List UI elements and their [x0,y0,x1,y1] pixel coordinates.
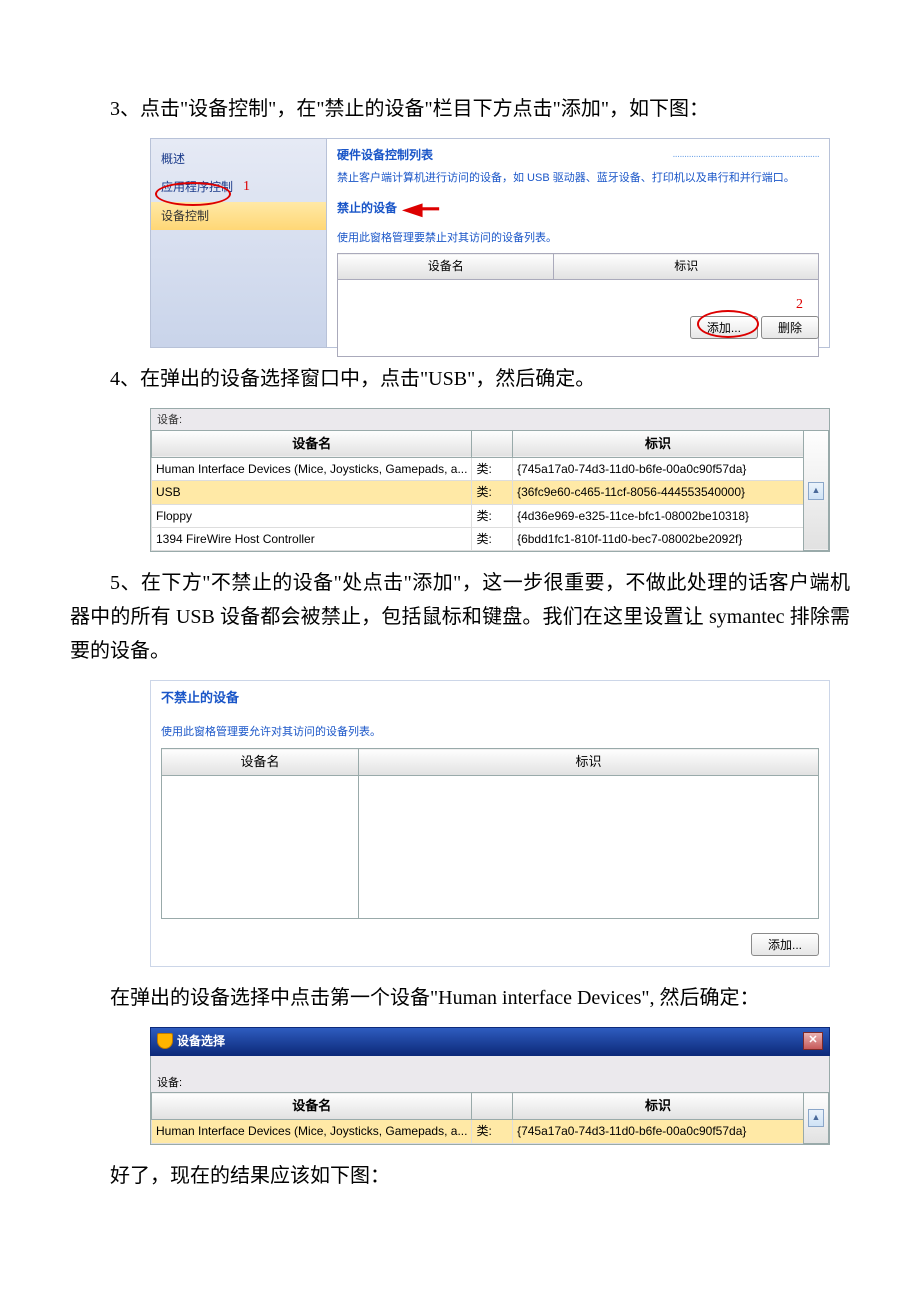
screenshot-excluded-devices: 不禁止的设备 使用此窗格管理要允许对其访问的设备列表。 设备名 标识 添加... [150,680,830,967]
add-button[interactable]: 添加... [690,316,758,339]
divider-dots: ········································… [672,148,819,165]
col-device-id: 标识 [554,254,819,279]
paragraph-5: 5、在下方"不禁止的设备"处点击"添加"，这一步很重要，不做此处理的话客户端机器… [70,566,850,668]
excluded-hint: 使用此窗格管理要允许对其访问的设备列表。 [161,723,819,742]
close-button[interactable]: ✕ [803,1032,823,1050]
blocked-devices-table: 设备名 标识 [337,253,819,356]
annotation-number-1: 1 [243,175,250,199]
table-row[interactable]: 1394 FireWire Host Controller类:{6bdd1fc1… [152,527,829,550]
paragraph-7: 好了，现在的结果应该如下图： [70,1159,850,1193]
scroll-up-icon[interactable]: ▲ [808,1109,824,1127]
excluded-devices-heading: 不禁止的设备 [161,687,819,709]
table-row[interactable]: Floppy类:{4d36e969-e325-11ce-bfc1-08002be… [152,504,829,527]
blocked-devices-heading: 禁止的设备 [337,198,397,218]
devices-label: 设备: [151,409,829,430]
sidebar-item-overview[interactable]: 概述 [151,145,326,173]
col-device-name: 设备名 [152,430,472,457]
col-device-id: 标识 [513,430,804,457]
dialog-title: 设备选择 [177,1031,225,1051]
annotation-number-2: 2 [796,293,803,317]
screenshot-device-control-panel: 概述 应用程序控制 设备控制 1 硬件设备控制列表 ··············… [150,138,830,348]
scroll-up-icon[interactable]: ▲ [808,482,824,500]
dialog-device-table: 设备名 标识 ▲ Human Interface Devices (Mice, … [151,1092,829,1143]
paragraph-6: 在弹出的设备选择中点击第一个设备"Human interface Devices… [70,981,850,1015]
add-button[interactable]: 添加... [751,933,819,956]
scrollbar[interactable]: ▲ [804,1093,829,1143]
screenshot-device-selection-dialog: 设备选择 ✕ 设备: 设备名 标识 ▲ Human Interface Devi… [150,1027,830,1145]
scrollbar[interactable]: ▲ [804,430,829,551]
col-device-name: 设备名 [162,749,359,776]
col-device-id: 标识 [513,1093,804,1120]
main-panel: 硬件设备控制列表 ·······························… [327,139,829,347]
sidebar: 概述 应用程序控制 设备控制 1 [151,139,327,347]
blocked-hint: 使用此窗格管理要禁止对其访问的设备列表。 [337,229,819,248]
dialog-titlebar: 设备选择 ✕ [150,1027,830,1055]
panel-title: 硬件设备控制列表 [337,145,433,165]
paragraph-3: 3、点击"设备控制"，在"禁止的设备"栏目下方点击"添加"，如下图： [70,92,850,126]
sidebar-item-device-control[interactable]: 设备控制 [151,202,326,230]
devices-label: 设备: [151,1072,829,1093]
panel-description: 禁止客户端计算机进行访问的设备，如 USB 驱动器、蓝牙设备、打印机以及串行和并… [337,169,819,188]
paragraph-4: 4、在弹出的设备选择窗口中，点击"USB"，然后确定。 [70,362,850,396]
col-device-id: 标识 [359,749,819,776]
col-device-name: 设备名 [338,254,554,279]
shield-icon [157,1033,173,1049]
col-type-blank [472,430,513,457]
screenshot-device-list: 设备: 设备名 标识 ▲ Human Interface Devices (Mi… [150,408,830,552]
col-type-blank [472,1093,513,1120]
table-row-selected[interactable]: Human Interface Devices (Mice, Joysticks… [152,1120,829,1143]
device-selection-table: 设备名 标识 ▲ Human Interface Devices (Mice, … [151,430,829,552]
table-row[interactable]: Human Interface Devices (Mice, Joysticks… [152,457,829,480]
excluded-devices-table: 设备名 标识 [161,748,819,919]
col-device-name: 设备名 [152,1093,472,1120]
sidebar-item-app-control[interactable]: 应用程序控制 [151,173,326,201]
table-row-selected[interactable]: USB类:{36fc9e60-c465-11cf-8056-4445535400… [152,481,829,504]
delete-button[interactable]: 删除 [761,316,819,339]
annotation-arrow-icon: ◀━ [402,194,439,225]
